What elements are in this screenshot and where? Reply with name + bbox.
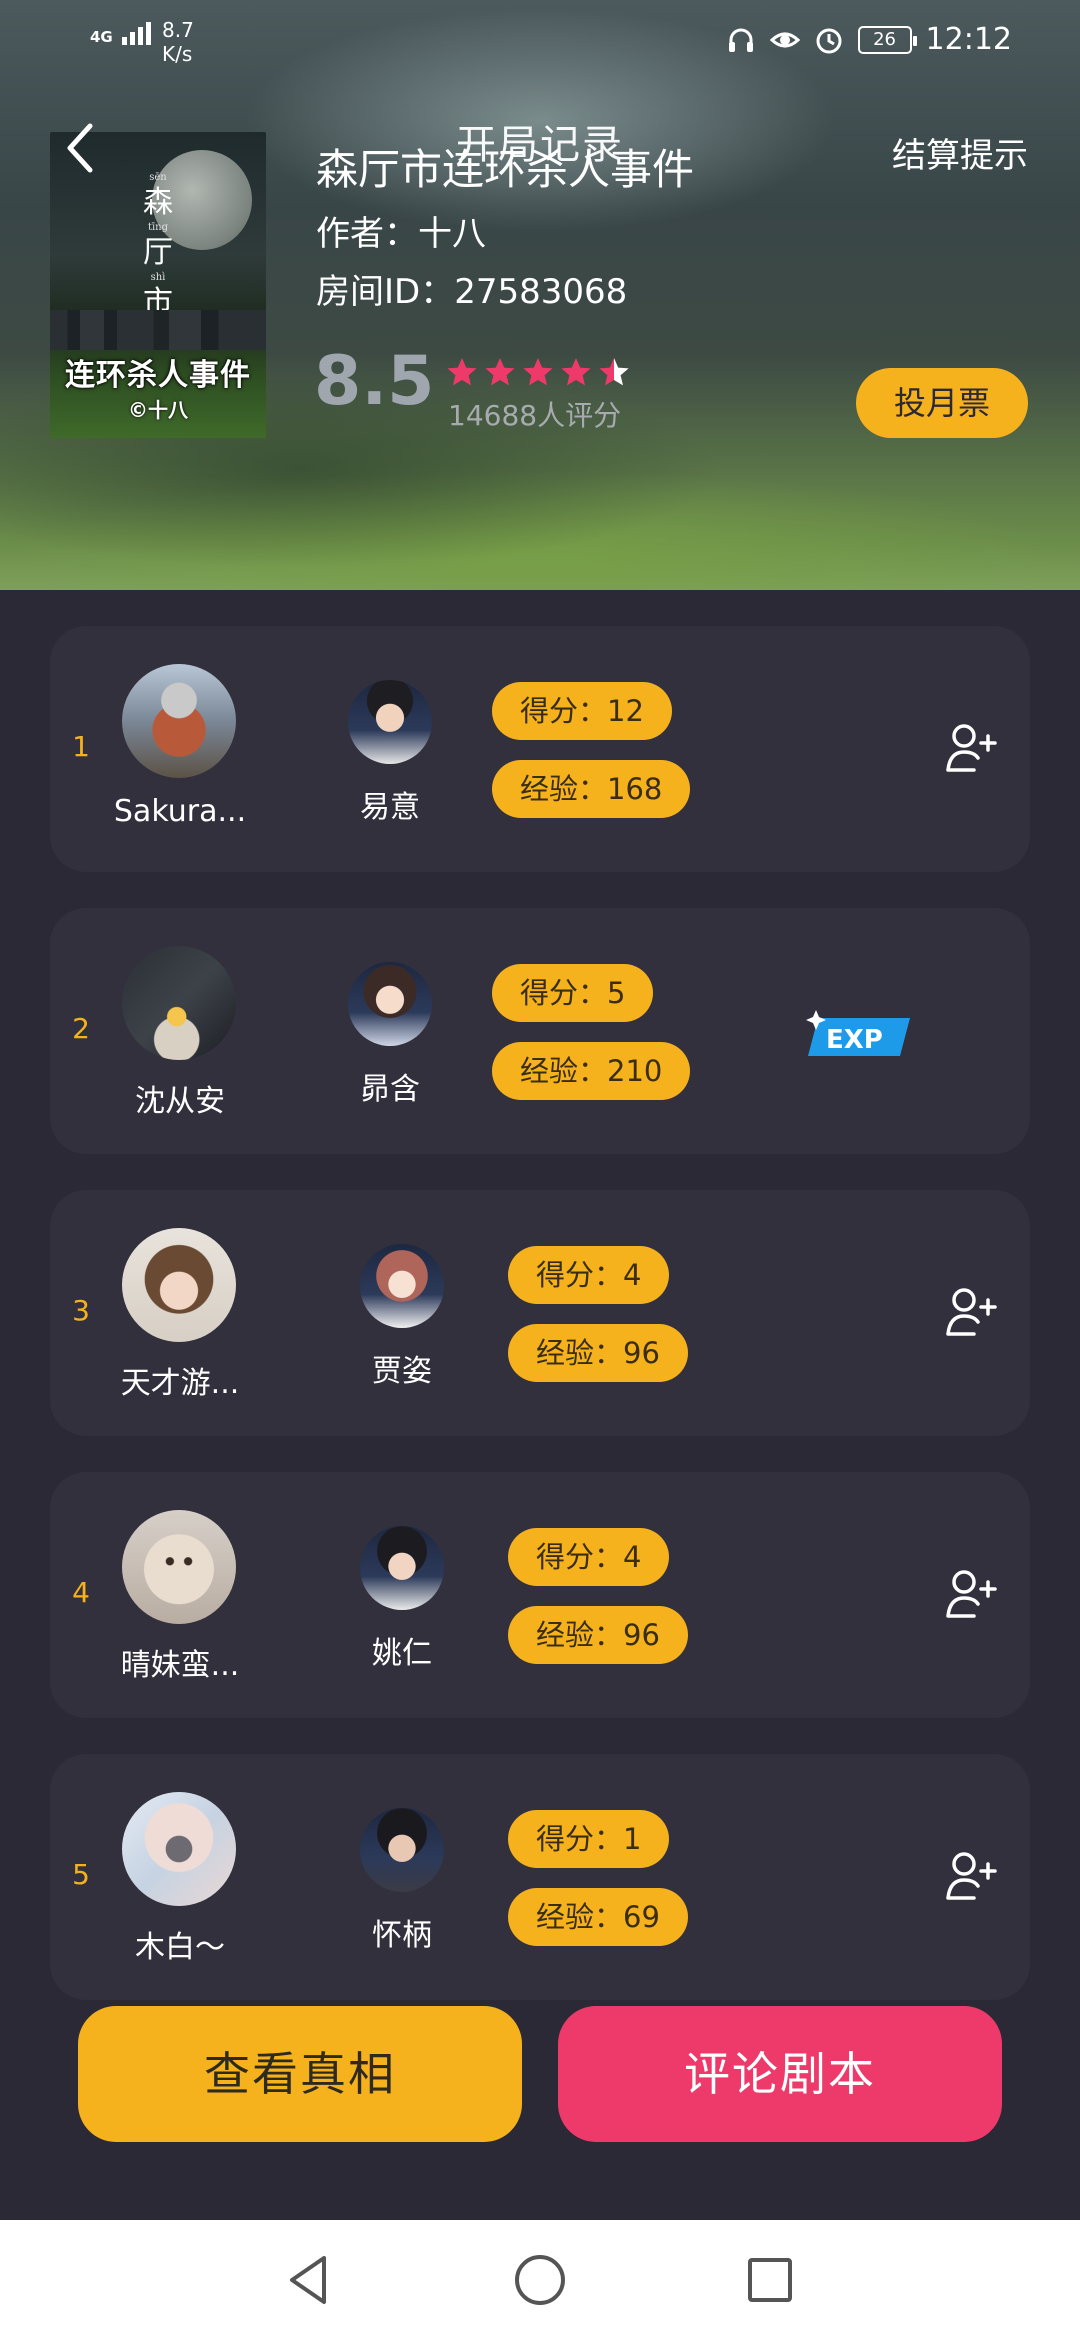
player-card: 1 Sakura... 易意 得分：12 经验：168	[50, 626, 1030, 872]
add-friend-icon[interactable]	[944, 1850, 1002, 1902]
rank-number: 4	[72, 1576, 90, 1609]
player-card: 5 木白～ 怀柄 得分：1 经验：69	[50, 1754, 1030, 2000]
player-card: 3 天才游... 贾姿 得分：4 经验：96	[50, 1190, 1030, 1436]
book-author: 作者：十八	[316, 214, 486, 254]
player-card: 4 晴妹蛮... 姚仁 得分：4 经验：96	[50, 1472, 1030, 1718]
add-friend-icon[interactable]	[944, 722, 1002, 774]
review-script-button[interactable]: 评论剧本	[558, 2006, 1002, 2142]
nav-home-icon[interactable]	[510, 2250, 570, 2310]
score-badge: 得分：4	[508, 1528, 670, 1586]
clock: 12:12	[925, 22, 1012, 57]
network-speed: 8.7 K/s	[162, 18, 194, 66]
player-name: Sakura...	[113, 794, 247, 829]
role-name: 姚仁	[372, 1636, 432, 1671]
rank-number: 5	[72, 1858, 90, 1891]
role-avatar	[348, 680, 432, 764]
player-card: 2 沈从安 昴含 得分：5 经验：210 EXP	[50, 908, 1030, 1154]
role-name: 昴含	[360, 1072, 420, 1107]
view-truth-button[interactable]: 查看真相	[78, 2006, 522, 2142]
exp-badge-text: 经验：168	[492, 760, 691, 818]
exp-badge-text: 经验：96	[508, 1606, 688, 1664]
player-avatar[interactable]	[122, 946, 236, 1060]
role-name: 贾姿	[372, 1354, 432, 1389]
nav-back-icon[interactable]	[280, 2250, 340, 2310]
star-icon	[523, 358, 553, 386]
exp-badge-text: 经验：210	[492, 1042, 691, 1100]
score-badge: 得分：5	[492, 964, 654, 1022]
exp-bonus-badge: EXP	[806, 1010, 910, 1056]
score-badge: 得分：12	[492, 682, 672, 740]
star-icon	[485, 358, 515, 386]
add-friend-icon[interactable]	[944, 1286, 1002, 1338]
headphones-icon	[728, 28, 753, 52]
room-id: 房间ID：27583068	[316, 272, 628, 312]
player-name: 晴妹蛮...	[120, 1648, 240, 1683]
player-avatar[interactable]	[122, 1792, 236, 1906]
player-avatar[interactable]	[122, 1510, 236, 1624]
rank-number: 1	[72, 730, 90, 763]
exp-badge-text: 经验：69	[508, 1888, 688, 1946]
cover-vertical-title: sēn 森 tīng 厅 shì 市	[143, 172, 173, 320]
rating-stars	[446, 356, 630, 388]
rating-score: 8.5	[314, 342, 435, 421]
add-friend-icon[interactable]	[944, 1568, 1002, 1620]
player-name: 木白～	[135, 1930, 225, 1965]
player-name: 沈从安	[135, 1084, 225, 1119]
score-badge: 得分：1	[508, 1810, 670, 1868]
role-avatar	[360, 1244, 444, 1328]
star-icon	[447, 358, 477, 386]
eye-icon	[769, 32, 800, 47]
role-name: 怀柄	[372, 1918, 432, 1953]
signal-icon: 4G	[90, 22, 151, 45]
player-name: 天才游...	[120, 1366, 240, 1401]
exp-badge-text: 经验：96	[508, 1324, 688, 1382]
status-bar: 4G 8.7 K/s 26 12:12	[0, 0, 1080, 84]
role-avatar	[360, 1808, 444, 1892]
rank-number: 3	[72, 1294, 90, 1327]
role-avatar	[348, 962, 432, 1046]
svg-text:EXP: EXP	[826, 1025, 883, 1055]
role-name: 易意	[360, 790, 420, 825]
header-hero: 4G 8.7 K/s 26 12:12 sēn 森 tīng 厅 shì 市 连环杀人…	[0, 0, 1080, 590]
city-skyline	[50, 310, 266, 350]
player-avatar[interactable]	[122, 1228, 236, 1342]
star-icon	[561, 358, 591, 386]
score-badge: 得分：4	[508, 1246, 670, 1304]
role-avatar	[360, 1526, 444, 1610]
cover-title: 连环杀人事件	[65, 358, 251, 393]
monthly-vote-button[interactable]: 投月票	[856, 368, 1028, 438]
nav-recents-icon[interactable]	[740, 2250, 800, 2310]
rating-count: 14688人评分	[448, 399, 622, 432]
player-avatar[interactable]	[122, 664, 236, 778]
rank-number: 2	[72, 1012, 90, 1045]
half-star-icon	[599, 358, 629, 386]
cover-author: ©十八	[128, 398, 188, 422]
battery-icon: 26	[857, 25, 917, 54]
system-nav-bar	[0, 2220, 1080, 2340]
alarm-icon	[816, 28, 842, 53]
settlement-tips-link[interactable]: 结算提示	[892, 128, 1028, 177]
